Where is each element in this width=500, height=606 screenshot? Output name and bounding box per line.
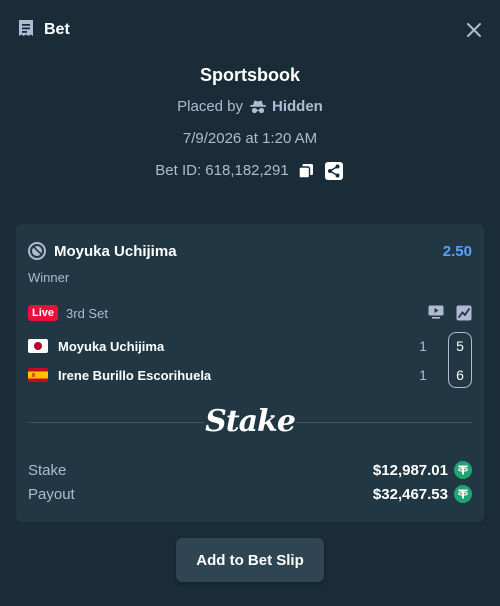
incognito-icon <box>250 100 267 114</box>
player-row: Irene Burillo Escorihuela 1 6 <box>28 364 472 386</box>
receipt-icon <box>16 18 36 43</box>
stake-value-wrap: $12,987.01 <box>373 461 472 479</box>
player-name: Irene Burillo Escorihuela <box>58 367 212 383</box>
player-row: Moyuka Uchijima 1 5 <box>28 335 472 357</box>
divider-line-left <box>28 422 204 423</box>
player-sets: 1 <box>419 338 427 354</box>
tether-icon <box>454 485 472 503</box>
live-status-row: Live 3rd Set <box>28 304 472 322</box>
stake-row: Stake $12,987.01 <box>28 460 472 480</box>
modal-title-wrap: Bet <box>16 18 70 43</box>
tether-icon <box>454 461 472 479</box>
placed-by-row: Placed by Hidden <box>0 96 500 118</box>
bet-date: 7/9/2026 at 1:20 AM <box>182 130 318 147</box>
live-stream-icon[interactable] <box>428 305 444 319</box>
player-games: 5 <box>456 338 464 354</box>
close-button[interactable] <box>464 20 484 40</box>
stats-chart-icon[interactable] <box>456 305 472 321</box>
sportsbook-heading: Sportsbook <box>199 65 300 85</box>
bet-id: Bet ID: 618,182,291 <box>155 162 289 179</box>
divider-line-right <box>296 422 472 423</box>
selection-name: Moyuka Uchijima <box>54 242 177 260</box>
payout-value: $32,467.53 <box>372 485 448 503</box>
player-sets: 1 <box>419 367 427 383</box>
bet-meta: Sportsbook Placed by Hidden 7/9/2026 at … <box>0 62 500 182</box>
placed-by-user-name: Hidden <box>272 98 323 115</box>
copy-button[interactable] <box>295 160 317 182</box>
player-name: Moyuka Uchijima <box>58 338 165 354</box>
copy-icon[interactable] <box>298 163 314 179</box>
stake-value: $12,987.01 <box>372 461 448 479</box>
placed-by-label: Placed by <box>177 98 244 115</box>
payout-row: Payout $32,467.53 <box>28 484 472 504</box>
placed-by-user: Hidden <box>249 96 323 118</box>
modal-header: Bet <box>0 0 500 60</box>
japan-flag-icon <box>28 339 48 353</box>
current-period: 3rd Set <box>66 305 108 321</box>
share-button[interactable] <box>323 160 345 182</box>
close-icon[interactable] <box>466 22 482 38</box>
market-name: Winner <box>28 270 70 285</box>
share-icon[interactable] <box>324 162 343 180</box>
bet-id-row: Bet ID: 618,182,291 <box>0 160 500 182</box>
selection-odds: 2.50 <box>442 242 472 260</box>
live-badge: Live <box>28 305 59 321</box>
live-actions <box>428 305 472 321</box>
stake-logo: Stake <box>205 404 296 439</box>
tennis-ball-icon <box>28 242 46 260</box>
player-games: 6 <box>456 367 464 383</box>
modal-title: Bet <box>44 21 70 38</box>
bet-card: Moyuka Uchijima 2.50 Winner Live 3rd Set <box>16 224 484 522</box>
spain-flag-icon <box>28 368 48 382</box>
payout-label: Payout <box>28 485 75 503</box>
stake-label: Stake <box>28 461 67 479</box>
payout-value-wrap: $32,467.53 <box>373 485 472 503</box>
add-to-bet-slip-button[interactable]: Add to Bet Slip <box>176 538 324 582</box>
selection-row: Moyuka Uchijima 2.50 <box>28 240 472 262</box>
scoreboard: Moyuka Uchijima 1 5 Irene Burillo Escori… <box>28 332 472 388</box>
